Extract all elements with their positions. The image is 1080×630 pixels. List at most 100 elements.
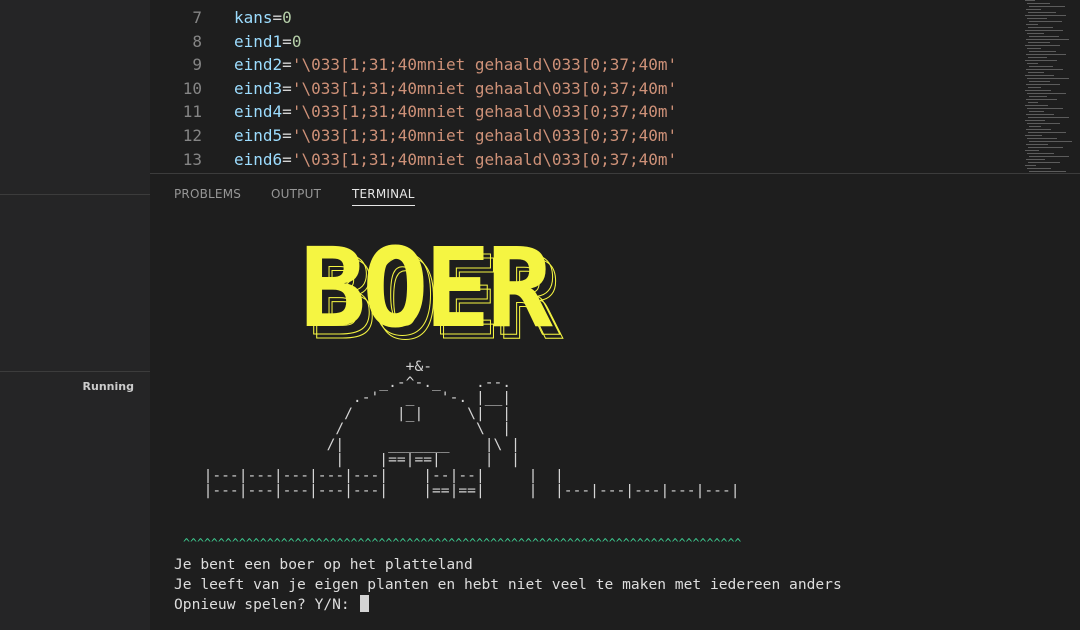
minimap-line xyxy=(1025,30,1063,31)
grass-line: ^^^^^^^^^^^^^^^^^^^^^^^^^^^^^^^^^^^^^^^^… xyxy=(183,537,741,549)
variable-name: eind3 xyxy=(234,78,283,98)
value-literal: '\033[1;31;40mniet gehaald\033[0;37;40m' xyxy=(291,78,678,98)
farm-ascii-art: +&- _.-^-._ .--. .-' _ '-. |__| / |_| \|… xyxy=(203,358,740,499)
minimap-line xyxy=(1027,168,1051,169)
sidebar-divider xyxy=(0,194,150,195)
prompt-line[interactable]: Opnieuw spelen? Y/N: xyxy=(174,595,369,615)
minimap-line xyxy=(1028,57,1047,58)
code-line: 10 eind3='\033[1;31;40mniet gehaald\033[0… xyxy=(150,77,677,101)
code-line: 12 eind5='\033[1;31;40mniet gehaald\033[0… xyxy=(150,124,677,148)
sidebar-divider xyxy=(0,371,150,372)
line-number: 11 xyxy=(182,102,202,122)
minimap-line xyxy=(1028,87,1041,88)
operator: = xyxy=(282,78,292,98)
minimap-line xyxy=(1025,60,1057,61)
minimap-line xyxy=(1027,108,1063,109)
minimap-line xyxy=(1026,69,1063,70)
panel-tabs: PROBLEMS OUTPUT TERMINAL xyxy=(150,174,1080,214)
terminal[interactable]: BOER BOER BOER +&- _.-^-._ .--. .-' _ '-… xyxy=(150,214,1080,630)
minimap-line xyxy=(1027,123,1060,124)
minimap-line xyxy=(1025,0,1035,1)
banner-title: BOER xyxy=(300,224,554,352)
minimap-line xyxy=(1028,72,1044,73)
code-text: kans=0 xyxy=(234,8,292,27)
operator: = xyxy=(282,149,292,169)
minimap-line xyxy=(1026,114,1054,115)
minimap-line xyxy=(1025,120,1045,121)
minimap-line xyxy=(1025,105,1048,106)
minimap-line xyxy=(1025,165,1036,166)
code-editor[interactable]: 7 kans=0 8 eind1=0 9 eind2='\033[1;31;40mniet… xyxy=(150,0,1030,173)
tab-output[interactable]: OUTPUT xyxy=(271,187,321,205)
minimap-line xyxy=(1029,36,1059,37)
minimap-line xyxy=(1026,39,1069,40)
code-text: eind6='\033[1;31;40mniet gehaald\033[0;3… xyxy=(234,150,677,169)
minimap-line xyxy=(1029,156,1069,157)
terminal-cursor xyxy=(359,595,369,612)
code-line: 8 eind1=0 xyxy=(150,30,301,54)
minimap-line xyxy=(1029,111,1044,112)
prompt-text: Opnieuw spelen? Y/N: xyxy=(174,596,359,613)
code-text: eind3='\033[1;31;40mniet gehaald\033[0;3… xyxy=(234,79,677,98)
minimap-line xyxy=(1029,96,1047,97)
minimap-line xyxy=(1028,147,1063,148)
minimap-line xyxy=(1028,42,1050,43)
sidebar: Running xyxy=(0,0,150,630)
minimap-line xyxy=(1028,27,1053,28)
minimap-line xyxy=(1027,153,1054,154)
minimap-line xyxy=(1027,138,1057,139)
minimap-line xyxy=(1026,54,1066,55)
line-number: 9 xyxy=(192,55,202,75)
variable-name: kans xyxy=(234,8,273,27)
code-line: 7 kans=0 xyxy=(150,6,292,30)
variable-name: eind4 xyxy=(234,102,283,122)
minimap-line xyxy=(1028,132,1066,133)
line-number: 8 xyxy=(192,31,202,51)
minimap[interactable] xyxy=(1025,0,1073,173)
minimap-line xyxy=(1027,63,1038,64)
code-text: eind2='\033[1;31;40mniet gehaald\033[0;3… xyxy=(234,55,677,74)
minimap-line xyxy=(1027,33,1044,34)
code-line: 11 eind4='\033[1;31;40mniet gehaald\033[0… xyxy=(150,100,677,124)
line-number: 12 xyxy=(182,126,202,145)
value-literal: 0 xyxy=(282,8,292,27)
tab-terminal[interactable]: TERMINAL xyxy=(352,187,415,206)
value-literal: '\033[1;31;40mniet gehaald\033[0;37;40m' xyxy=(291,102,678,122)
operator: = xyxy=(282,126,292,145)
code-text: eind5='\033[1;31;40mniet gehaald\033[0;3… xyxy=(234,126,677,145)
variable-name: eind6 xyxy=(234,149,283,169)
minimap-line xyxy=(1026,144,1048,145)
minimap-line xyxy=(1026,24,1038,25)
minimap-line xyxy=(1029,171,1066,172)
value-literal: '\033[1;31;40mniet gehaald\033[0;37;40m' xyxy=(291,126,678,145)
minimap-line xyxy=(1028,117,1069,118)
minimap-line xyxy=(1029,21,1062,22)
operator: = xyxy=(272,8,283,27)
variable-name: eind2 xyxy=(234,55,283,75)
line-number: 10 xyxy=(182,78,202,98)
output-line: Je bent een boer op het platteland xyxy=(174,556,473,573)
line-number: 13 xyxy=(182,149,202,169)
minimap-line xyxy=(1027,18,1047,19)
minimap-line xyxy=(1028,162,1060,163)
minimap-line xyxy=(1029,126,1041,127)
minimap-line xyxy=(1026,84,1060,85)
minimap-line xyxy=(1026,159,1045,160)
running-status: Running xyxy=(82,380,134,393)
minimap-line xyxy=(1026,99,1057,100)
minimap-line xyxy=(1025,45,1060,46)
minimap-line xyxy=(1027,3,1050,4)
tab-problems[interactable]: PROBLEMS xyxy=(174,187,241,205)
boer-banner: BOER BOER BOER xyxy=(300,224,568,365)
variable-name: eind1 xyxy=(234,31,283,51)
minimap-line xyxy=(1025,90,1051,91)
value-literal: '\033[1;31;40mniet gehaald\033[0;37;40m' xyxy=(291,55,678,75)
code-line: 13 eind6='\033[1;31;40mniet gehaald\033[0… xyxy=(150,148,677,172)
code-text: eind4='\033[1;31;40mniet gehaald\033[0;3… xyxy=(234,102,677,121)
line-number: 7 xyxy=(192,8,202,27)
output-line: Je leeft van je eigen planten en hebt ni… xyxy=(174,576,842,593)
operator: = xyxy=(282,102,292,122)
minimap-line xyxy=(1028,12,1056,13)
minimap-line xyxy=(1026,9,1041,10)
minimap-line xyxy=(1029,81,1050,82)
